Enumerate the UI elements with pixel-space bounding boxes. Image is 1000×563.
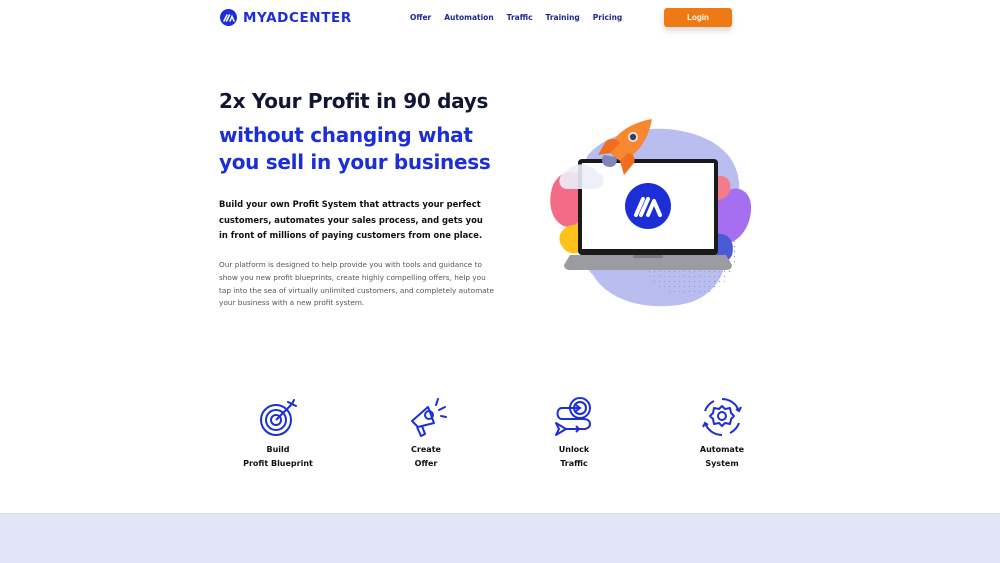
brand-name: MYADCENTER [243,9,352,26]
feature-label-line2: Profit Blueprint [243,459,313,468]
main-nav: Offer Automation Traffic Training Pricin… [410,13,635,22]
hero-body-text: Our platform is designed to help provide… [219,260,494,308]
feature-label-line2: Offer [414,459,438,468]
feature-label-line1: Automate [699,445,745,454]
brand-logo[interactable]: MYADCENTER [220,9,352,26]
nav-traffic[interactable]: Traffic [507,13,533,22]
hero-title: 2x Your Profit in 90 days [219,89,489,113]
feature-label-line2: System [705,459,739,468]
hero-subtitle: without changing what you sell in your b… [219,123,491,174]
feature-automate-system[interactable]: Automate System [662,395,782,471]
feature-build-profit-blueprint[interactable]: Build Profit Blueprint [218,395,338,471]
feature-label-line2: Traffic [560,459,588,468]
nav-automation[interactable]: Automation [444,13,493,22]
traffic-path-icon [555,397,591,436]
feature-create-offer[interactable]: Create Offer [366,395,486,471]
target-icon [260,399,297,436]
bottom-section-band [0,513,1000,563]
feature-label-line1: Unlock [558,445,590,454]
feature-label-line1: Create [411,445,441,454]
laptop-rocket-illustration [550,119,752,307]
feature-label-line1: Build [266,445,290,454]
hero-lead-text: Build your own Profit System that attrac… [219,199,483,240]
nav-training[interactable]: Training [546,13,580,22]
gear-cycle-icon [702,397,742,437]
megaphone-icon [411,398,447,437]
nav-pricing[interactable]: Pricing [593,13,623,22]
logo-icon [220,9,237,26]
nav-offer[interactable]: Offer [410,13,431,22]
header: MYADCENTER Offer Automation Traffic Trai… [0,0,1000,38]
login-button[interactable]: Login [664,8,732,27]
feature-unlock-traffic[interactable]: Unlock Traffic [514,395,634,471]
hero-illustration [548,115,758,315]
